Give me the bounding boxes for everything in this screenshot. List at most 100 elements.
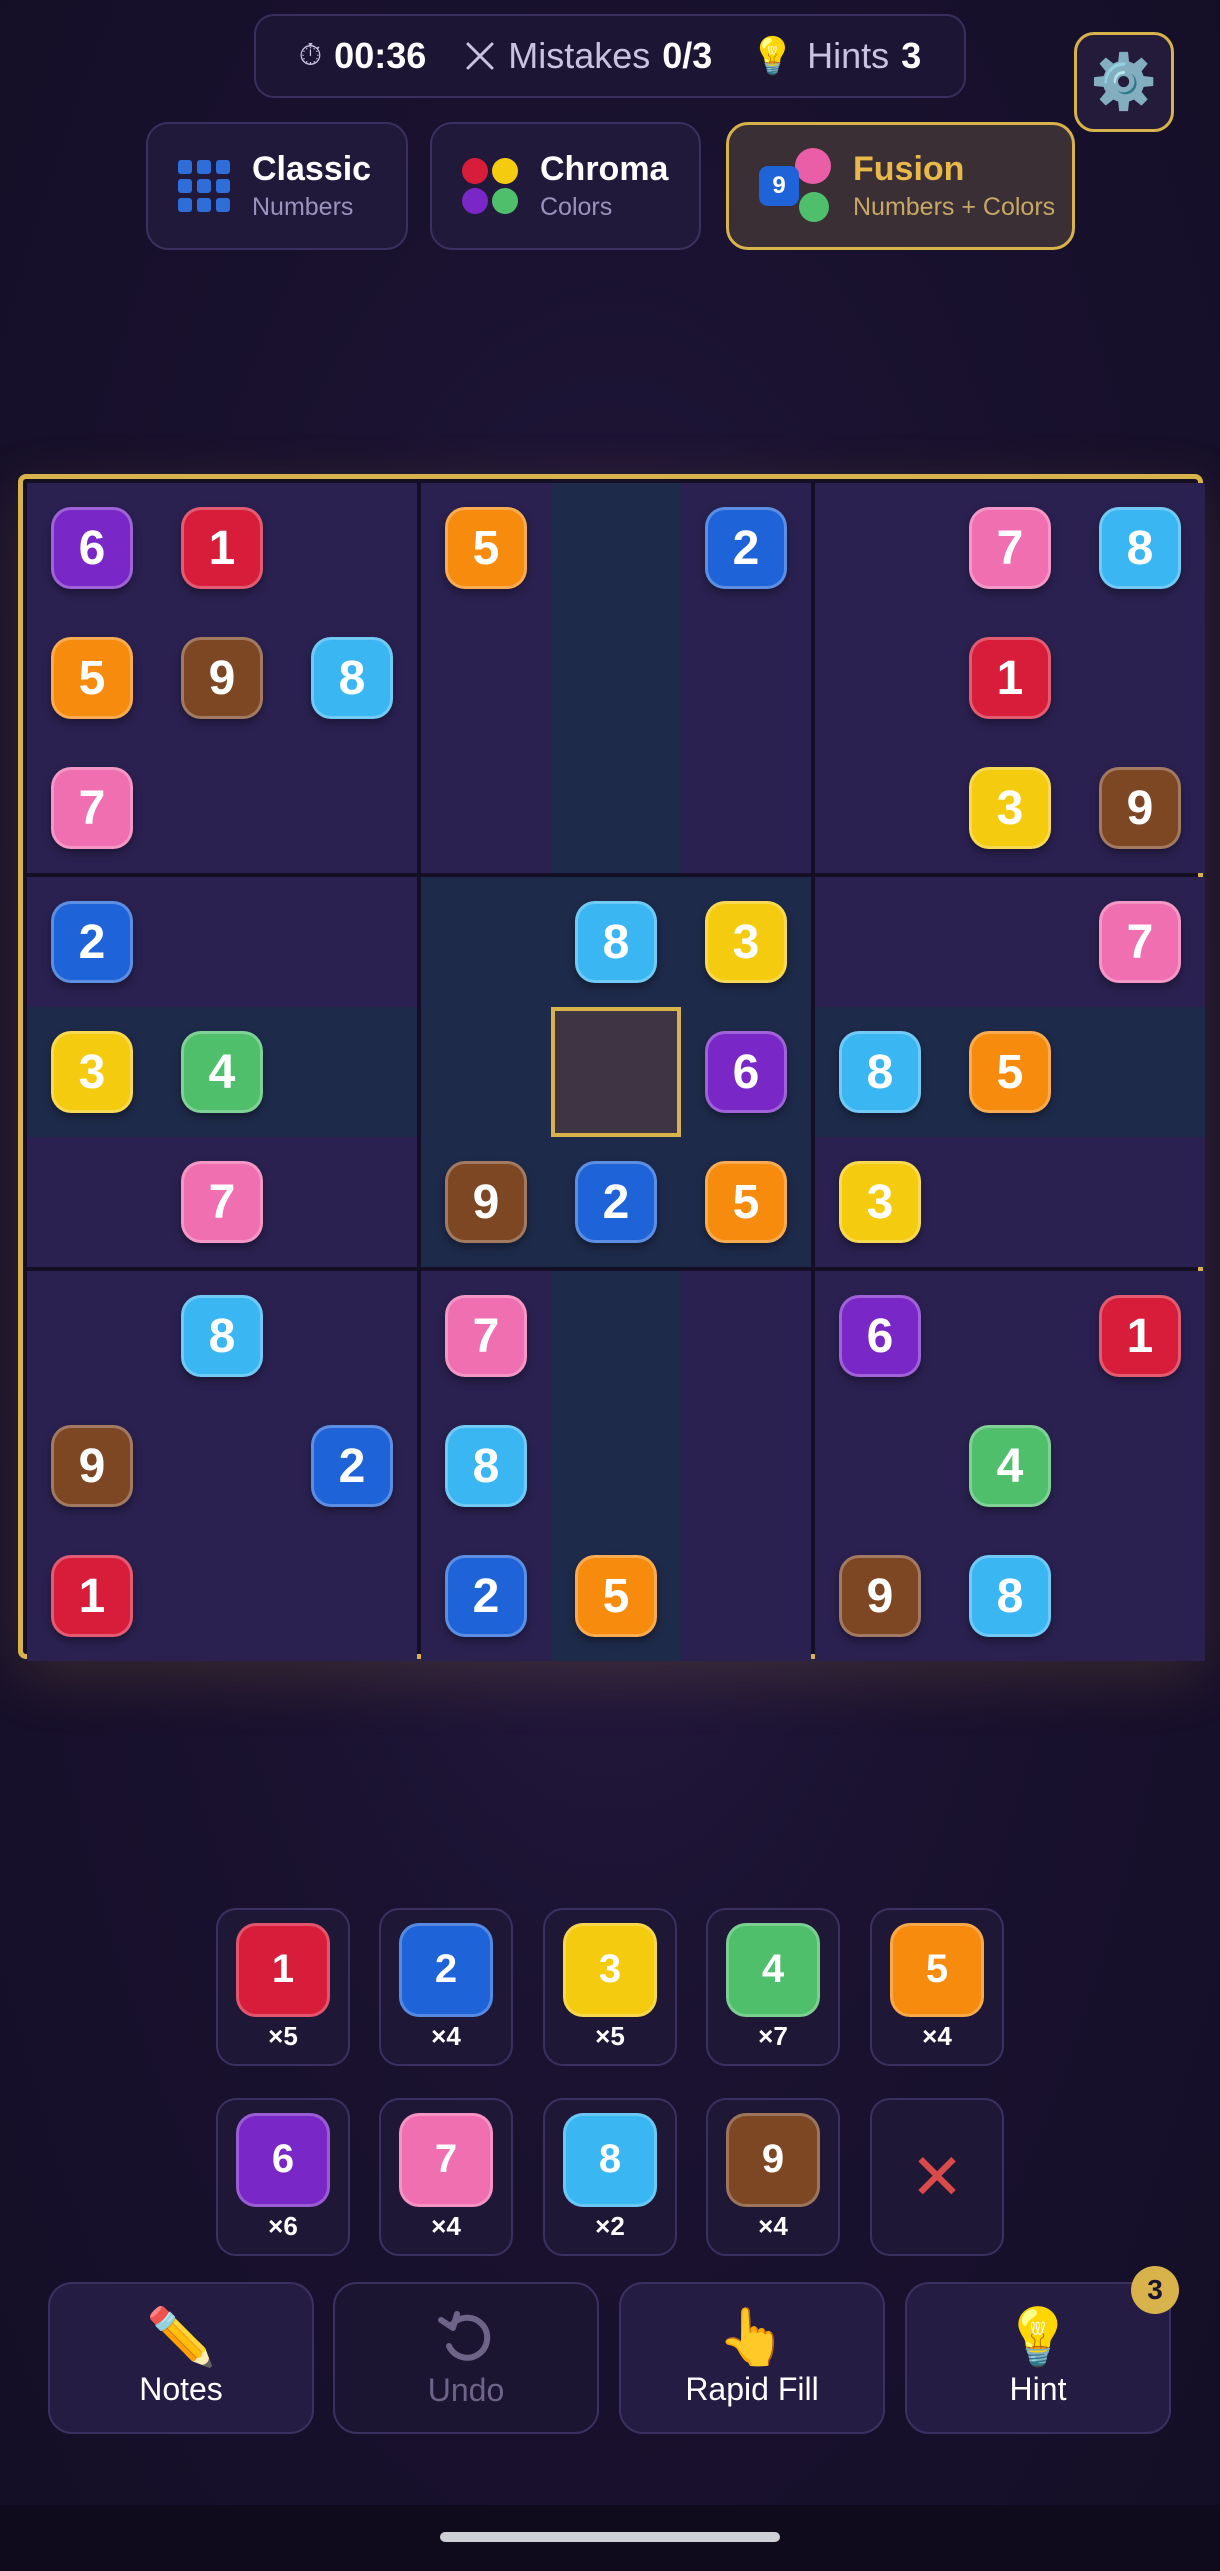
board-cell[interactable]: 6	[815, 1271, 945, 1401]
number-pad-button-1[interactable]: 1 ×5	[216, 1908, 350, 2066]
board-cell[interactable]: 7	[421, 1271, 551, 1401]
board-cell[interactable]: 9	[815, 1531, 945, 1661]
board-cell[interactable]	[157, 877, 287, 1007]
board-cell[interactable]: 5	[681, 1137, 811, 1267]
board-cell[interactable]: 3	[945, 743, 1075, 873]
board-cell[interactable]	[551, 1007, 681, 1137]
board-cell[interactable]: 4	[157, 1007, 287, 1137]
board-cell[interactable]: 7	[945, 483, 1075, 613]
board-cell[interactable]: 6	[27, 483, 157, 613]
board-cell[interactable]: 9	[157, 613, 287, 743]
board-cell[interactable]	[1075, 1007, 1205, 1137]
board-cell[interactable]: 3	[815, 1137, 945, 1267]
rapid-fill-button[interactable]: 👆 Rapid Fill	[619, 2282, 885, 2434]
hint-button[interactable]: 💡 Hint 3	[905, 2266, 1179, 2434]
board-cell[interactable]	[815, 877, 945, 1007]
board-cell[interactable]: 7	[157, 1137, 287, 1267]
board-cell[interactable]: 4	[945, 1401, 1075, 1531]
number-pad-button-6[interactable]: 6 ×6	[216, 2098, 350, 2256]
board-cell[interactable]	[1075, 1137, 1205, 1267]
board-cell[interactable]	[815, 743, 945, 873]
board-cell[interactable]: 3	[681, 877, 811, 1007]
board-cell[interactable]: 2	[27, 877, 157, 1007]
board-cell[interactable]: 8	[1075, 483, 1205, 613]
undo-button[interactable]: Undo	[333, 2282, 599, 2434]
number-pad-button-3[interactable]: 3 ×5	[543, 1908, 677, 2066]
board-cell[interactable]	[1075, 613, 1205, 743]
mode-tab-chroma[interactable]: Chroma Colors	[430, 122, 701, 250]
board-cell[interactable]: 5	[27, 613, 157, 743]
board-cell[interactable]: 1	[945, 613, 1075, 743]
board-cell[interactable]	[287, 1531, 417, 1661]
board-cell[interactable]	[815, 613, 945, 743]
board-cell[interactable]	[681, 1401, 811, 1531]
board-cell[interactable]	[287, 1007, 417, 1137]
number-pad-button-9[interactable]: 9 ×4	[706, 2098, 840, 2256]
board-cell[interactable]	[287, 483, 417, 613]
board-cell[interactable]: 2	[287, 1401, 417, 1531]
board-cell[interactable]: 8	[157, 1271, 287, 1401]
board-cell[interactable]: 1	[1075, 1271, 1205, 1401]
board-cell[interactable]	[287, 1137, 417, 1267]
board-cell[interactable]: 2	[551, 1137, 681, 1267]
board-cell[interactable]	[551, 1401, 681, 1531]
board-cell[interactable]	[551, 483, 681, 613]
board-cell[interactable]	[157, 743, 287, 873]
board-cell[interactable]	[681, 613, 811, 743]
board-cell[interactable]	[551, 1271, 681, 1401]
board-cell[interactable]	[287, 743, 417, 873]
board-cell[interactable]: 6	[681, 1007, 811, 1137]
board-cell[interactable]	[287, 877, 417, 1007]
mode-tab-fusion[interactable]: 9 Fusion Numbers + Colors	[726, 122, 1075, 250]
board-cell[interactable]	[681, 743, 811, 873]
board-cell[interactable]	[551, 613, 681, 743]
board-cell[interactable]	[421, 877, 551, 1007]
board-cell[interactable]	[157, 1401, 287, 1531]
board-cell[interactable]	[27, 1137, 157, 1267]
board-cell[interactable]: 8	[287, 613, 417, 743]
board-cell[interactable]	[421, 1007, 551, 1137]
board-cell[interactable]: 8	[945, 1531, 1075, 1661]
board-cell[interactable]: 5	[551, 1531, 681, 1661]
board-cell[interactable]	[551, 743, 681, 873]
board-cell[interactable]: 1	[157, 483, 287, 613]
number-pad-button-8[interactable]: 8 ×2	[543, 2098, 677, 2256]
board-cell[interactable]	[1075, 1531, 1205, 1661]
number-pad-button-2[interactable]: 2 ×4	[379, 1908, 513, 2066]
board-cell[interactable]	[287, 1271, 417, 1401]
board-cell[interactable]: 5	[421, 483, 551, 613]
board-cell[interactable]	[421, 613, 551, 743]
board-cell[interactable]	[681, 1271, 811, 1401]
board-cell[interactable]: 8	[815, 1007, 945, 1137]
board-cell[interactable]: 2	[421, 1531, 551, 1661]
board-cell[interactable]	[681, 1531, 811, 1661]
board-cell[interactable]	[945, 1271, 1075, 1401]
board-cell[interactable]	[421, 743, 551, 873]
board-cell[interactable]: 7	[1075, 877, 1205, 1007]
board-cell[interactable]: 8	[421, 1401, 551, 1531]
board-cell[interactable]: 1	[27, 1531, 157, 1661]
board-cell[interactable]	[945, 1137, 1075, 1267]
home-indicator[interactable]	[440, 2532, 780, 2542]
notes-button[interactable]: ✏️ Notes	[48, 2282, 314, 2434]
board-cell[interactable]	[815, 1401, 945, 1531]
board-cell[interactable]	[945, 877, 1075, 1007]
board-cell[interactable]	[157, 1531, 287, 1661]
board-cell[interactable]	[27, 1271, 157, 1401]
board-cell[interactable]: 9	[27, 1401, 157, 1531]
board-cell[interactable]: 2	[681, 483, 811, 613]
board-cell[interactable]: 3	[27, 1007, 157, 1137]
erase-button[interactable]: ✕	[870, 2098, 1004, 2256]
settings-button[interactable]: ⚙️	[1074, 32, 1174, 132]
number-pad-button-4[interactable]: 4 ×7	[706, 1908, 840, 2066]
board-cell[interactable]	[815, 483, 945, 613]
board-cell[interactable]: 5	[945, 1007, 1075, 1137]
board-cell[interactable]: 7	[27, 743, 157, 873]
mode-tab-classic[interactable]: Classic Numbers	[146, 122, 408, 250]
board-cell[interactable]	[1075, 1401, 1205, 1531]
board-cell[interactable]: 8	[551, 877, 681, 1007]
number-pad-button-7[interactable]: 7 ×4	[379, 2098, 513, 2256]
board-cell[interactable]: 9	[421, 1137, 551, 1267]
number-pad-button-5[interactable]: 5 ×4	[870, 1908, 1004, 2066]
board-cell[interactable]: 9	[1075, 743, 1205, 873]
